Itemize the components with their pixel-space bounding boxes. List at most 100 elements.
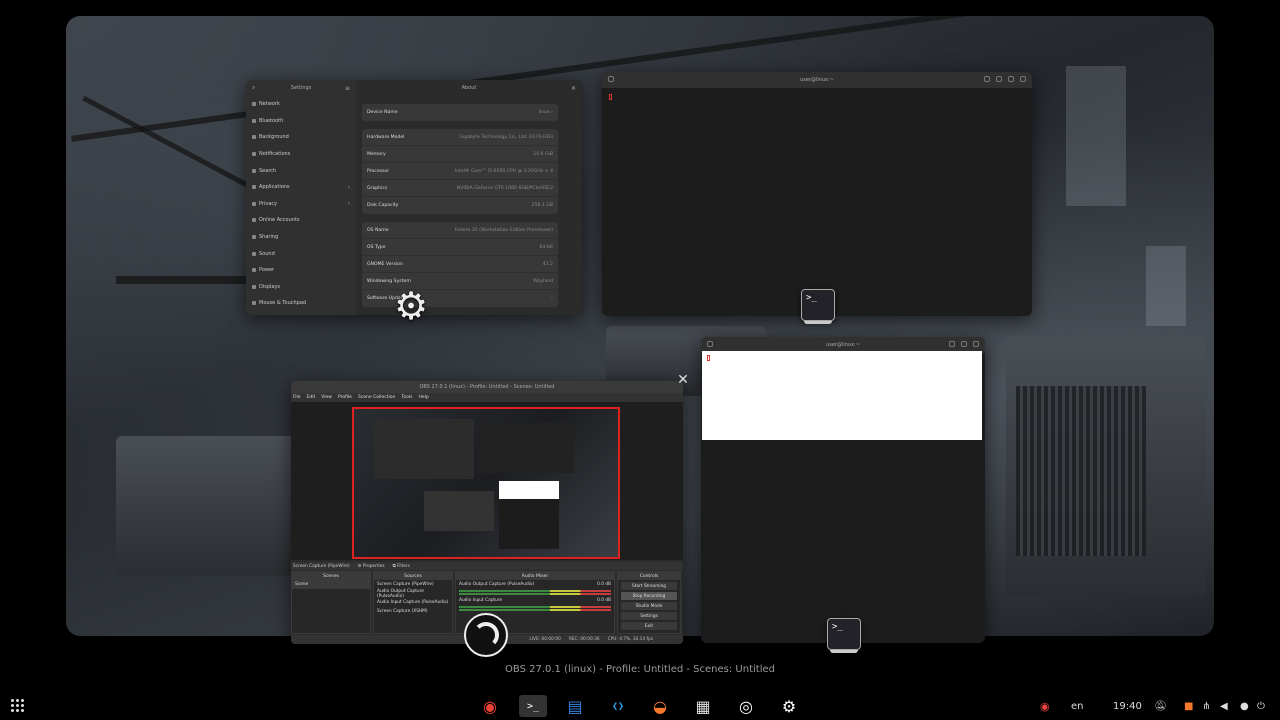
control-button[interactable]: Studio Mode [621, 602, 677, 610]
sidebar-item-label: Online Accounts [259, 217, 300, 224]
sidebar-item-label: Sound [259, 250, 275, 257]
info-label: Hardware Model [367, 134, 405, 140]
search-icon[interactable] [949, 341, 955, 347]
menu-icon[interactable] [961, 341, 967, 347]
settings-window[interactable]: ⌕ Settings ≡ Network Bluetooth Background N… [246, 80, 582, 315]
sidebar-item[interactable]: Power [246, 262, 356, 279]
search-icon[interactable] [984, 76, 990, 82]
close-window-icon[interactable]: ✕ [676, 373, 690, 387]
sidebar-item-label: Applications [259, 184, 290, 191]
sidebar-item[interactable]: Network [246, 96, 356, 113]
sidebar-item[interactable]: Bluetooth [246, 113, 356, 130]
search-icon[interactable]: ⌕ [252, 84, 255, 92]
sidebar-item[interactable]: Privacy › [246, 196, 356, 213]
vscode-icon[interactable]: ❮❯ [604, 695, 632, 717]
sidebar-item[interactable]: Background [246, 129, 356, 146]
screen-record-icon[interactable]: ◉ [1040, 692, 1050, 720]
update-icon[interactable]: ■ [1184, 692, 1193, 720]
menu-item[interactable]: Edit [307, 395, 316, 400]
info-row: Software Updates › [362, 290, 558, 307]
calculator-icon[interactable]: ▦ [689, 695, 717, 717]
volume-slider[interactable] [459, 593, 611, 595]
info-label: Memory [367, 151, 386, 157]
sidebar-item-label: Power [259, 267, 275, 274]
chevron-right-icon: › [347, 183, 350, 191]
settings-icon[interactable]: ⚙ [775, 695, 803, 717]
sidebar-item[interactable]: Search [246, 162, 356, 179]
minimize-icon[interactable] [1008, 76, 1014, 82]
close-icon[interactable] [1020, 76, 1026, 82]
scene-item[interactable]: Scene [292, 580, 370, 589]
text-editor-icon[interactable]: ▤ [561, 695, 589, 717]
keyboard-language[interactable]: en [1071, 692, 1084, 720]
volume-meter [459, 590, 611, 592]
menu-item[interactable]: Profile [338, 395, 352, 400]
menu-item[interactable]: Tools [401, 395, 412, 400]
terminal-icon[interactable]: >_ [519, 695, 547, 717]
blender-icon[interactable]: ◒ [646, 695, 674, 717]
sidebar-item[interactable]: Sharing [246, 229, 356, 246]
properties-button[interactable]: ⚙ Properties [358, 564, 385, 569]
sidebar-item-label: Background [259, 134, 289, 141]
info-row: Disk Capacity 256.1 GB [362, 197, 558, 214]
control-button[interactable]: Start Streaming [621, 582, 677, 590]
info-value: NVIDIA GeForce GTX 1060 6GB/PCIe/SSE2 [456, 185, 553, 191]
channel-name: Audio Input Capture [459, 598, 503, 603]
source-item[interactable]: Audio Input Capture (PulseAudio) [374, 598, 452, 607]
close-icon[interactable]: ✕ [571, 85, 576, 92]
info-label: Windowing System [367, 278, 411, 284]
device-name-card[interactable]: Device Name linux › [362, 104, 558, 121]
network-icon[interactable]: ⋔ [1202, 692, 1210, 720]
sidebar-item-label: Privacy [259, 200, 278, 207]
sidebar-item-icon [252, 268, 256, 273]
device-name-row[interactable]: Device Name linux › [362, 104, 558, 121]
obs-icon[interactable]: ◎ [732, 695, 760, 717]
obs-window[interactable]: OBS 27.0.1 (linux) - Profile: Untitled -… [291, 381, 683, 644]
terminal-content[interactable] [702, 351, 982, 440]
sidebar-item-icon [252, 102, 256, 107]
menu-item[interactable]: View [321, 395, 332, 400]
app-grid-icon[interactable] [11, 699, 25, 713]
control-button[interactable]: Settings [621, 612, 677, 620]
sidebar-item[interactable]: Mouse & Touchpad [246, 295, 356, 312]
info-value: Intel® Core™ i5-6500 CPU @ 3.20GHz × 4 [454, 168, 553, 174]
sidebar-item[interactable]: Applications › [246, 179, 356, 196]
obs-preview-canvas[interactable] [352, 407, 620, 559]
sidebar-item[interactable]: Displays [246, 279, 356, 296]
menu-item[interactable]: Scene Collection [358, 395, 395, 400]
clock[interactable]: 19:40 [1113, 692, 1142, 720]
sidebar-item-icon [252, 235, 256, 240]
source-item[interactable]: Audio Output Capture (PulseAudio) [374, 589, 452, 599]
terminal-cursor [609, 94, 612, 100]
control-button[interactable]: Exit [621, 622, 677, 630]
settings-sidebar: ⌕ Settings ≡ Network Bluetooth Background N… [246, 80, 356, 315]
volume-slider[interactable] [459, 609, 611, 611]
mixer-channel: Audio Input Capture 0.0 dB [456, 596, 614, 605]
menu-item[interactable]: Help [418, 395, 428, 400]
chrome-icon[interactable]: ◉ [476, 695, 504, 717]
obs-app-icon [464, 613, 508, 657]
new-tab-icon[interactable] [707, 341, 713, 347]
volume-icon[interactable]: ◀ [1220, 692, 1228, 720]
power-icon[interactable]: ⏻ [1257, 692, 1265, 720]
settings-title: Settings [290, 85, 312, 91]
control-button[interactable]: Stop Recording [621, 592, 677, 600]
terminal-window[interactable]: user@linux:~ [602, 72, 1032, 316]
info-value: › [551, 296, 553, 301]
sidebar-item[interactable]: Sound [246, 245, 356, 262]
taskbar: ◉ >_ ▤ ❮❯ ◒ ▦ ◎ ⚙ ◉ en 19:40 🔕︎ ■ ⋔ ◀ ● ⏻ [0, 692, 1280, 720]
menu-icon[interactable] [996, 76, 1002, 82]
menu-item[interactable]: File [293, 395, 301, 400]
close-icon[interactable] [973, 341, 979, 347]
microphone-icon[interactable]: ● [1240, 692, 1249, 720]
terminal-window-2[interactable]: user@linux:~ [701, 337, 985, 643]
new-tab-icon[interactable] [608, 76, 614, 82]
sidebar-item[interactable]: Online Accounts [246, 212, 356, 229]
filters-button[interactable]: ⧉ Filters [393, 564, 410, 569]
notifications-off-icon[interactable]: 🔕︎ [1154, 692, 1167, 720]
info-row: Windowing System Wayland [362, 273, 558, 290]
source-item[interactable]: Screen Capture (XSHM) [374, 607, 452, 616]
hamburger-menu-icon[interactable]: ≡ [345, 85, 350, 92]
sidebar-item[interactable]: Notifications [246, 146, 356, 163]
sidebar-item-label: Bluetooth [259, 117, 284, 124]
